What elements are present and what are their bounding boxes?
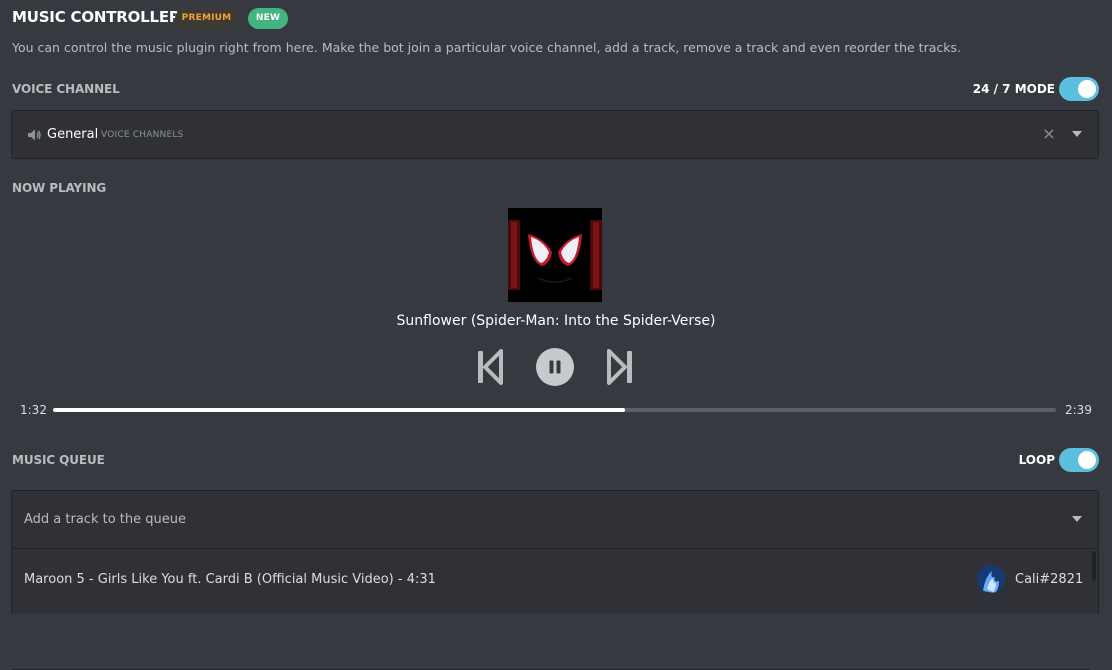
elapsed-time: 1:32 xyxy=(20,403,47,417)
premium-badge: PREMIUM xyxy=(175,8,238,29)
loop-toggle[interactable] xyxy=(1059,448,1099,472)
queue-item[interactable]: Maroon 5 - Girls Like You ft. Cardi B (O… xyxy=(12,549,1090,670)
loop-label: LOOP xyxy=(1018,453,1055,467)
queue-scrollbar[interactable] xyxy=(1091,549,1098,614)
selected-channel-category: VOICE CHANNELS xyxy=(101,130,184,140)
selected-channel-name: General xyxy=(47,127,99,142)
next-track-icon[interactable] xyxy=(607,348,633,386)
voice-channel-select[interactable]: General VOICE CHANNELS × xyxy=(11,110,1099,159)
now-playing-label: NOW PLAYING xyxy=(12,181,107,195)
avatar xyxy=(977,565,1005,593)
queue-panel: Add a track to the queue Maroon 5 - Girl… xyxy=(11,490,1099,670)
total-duration: 2:39 xyxy=(1065,403,1092,417)
music-queue-label: MUSIC QUEUE xyxy=(12,453,105,467)
queue-item-requester: Cali#2821 xyxy=(1015,572,1084,587)
dropdown-caret-icon[interactable] xyxy=(1072,131,1082,137)
now-playing-title: Sunflower (Spider-Man: Into the Spider-V… xyxy=(396,313,716,329)
toggle-knob xyxy=(1078,451,1096,469)
queue-item-title: Maroon 5 - Girls Like You ft. Cardi B (O… xyxy=(24,572,436,587)
dropdown-caret-icon[interactable] xyxy=(1072,516,1082,522)
voice-channel-label: VOICE CHANNEL xyxy=(12,82,120,96)
pause-icon[interactable] xyxy=(535,348,575,386)
previous-track-icon[interactable] xyxy=(477,348,503,386)
progress-bar[interactable] xyxy=(53,408,1056,412)
progress-fill xyxy=(53,408,625,412)
new-badge: NEW xyxy=(248,8,288,29)
clear-icon[interactable]: × xyxy=(1041,125,1057,143)
page-title: MUSIC CONTROLLER xyxy=(12,8,181,26)
page-description: You can control the music plugin right f… xyxy=(12,40,961,55)
scroll-thumb[interactable] xyxy=(1092,551,1096,581)
speaker-icon xyxy=(28,129,41,141)
mode-24-7-label: 24 / 7 MODE xyxy=(972,82,1055,96)
mode-24-7-toggle[interactable] xyxy=(1059,77,1099,101)
toggle-knob xyxy=(1078,80,1096,98)
add-track-input[interactable]: Add a track to the queue xyxy=(12,491,1098,549)
add-track-placeholder: Add a track to the queue xyxy=(24,512,186,527)
album-art xyxy=(508,208,602,302)
